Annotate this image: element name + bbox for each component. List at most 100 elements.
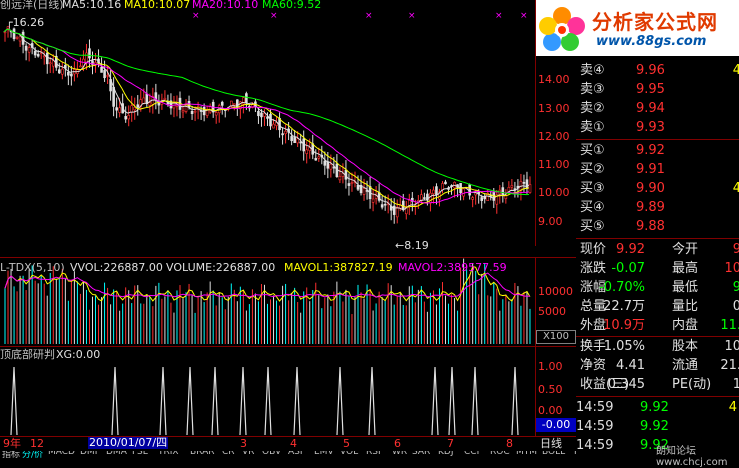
tab-5[interactable]: FSL (132, 451, 148, 457)
candle-body (347, 183, 351, 186)
tab-16[interactable]: SAR (412, 451, 430, 457)
price-chart[interactable]: × × × × × × (0, 0, 535, 246)
candle-body (45, 52, 49, 65)
candle-body (371, 198, 375, 203)
candle-body (305, 149, 309, 154)
candle-body (15, 37, 19, 39)
price-panel[interactable]: × × × × × × 创远洋(日线) MA5:10.16 MA10:10.07 MA20… (0, 0, 535, 252)
tab-4[interactable]: DMA (106, 451, 127, 457)
buy-price: 9.92 (636, 143, 665, 158)
signal-panel[interactable]: 顶底部研判 XG:0.00 (0, 347, 535, 436)
signal-spike (264, 366, 272, 436)
volume-indicator[interactable]: L-TDX(5,10) (0, 262, 65, 274)
candle-body (233, 103, 236, 106)
indicator-tabs[interactable]: 指标 分/价 MACD DMI DMA FSL TRIX BRAR CR VR OBV ASI EMV V… (0, 451, 576, 459)
tab-20[interactable]: MTM (516, 451, 537, 457)
tab-21[interactable]: BOLL (542, 451, 565, 457)
quote-panel: 卖④ 9.96 4 卖③ 9.95 卖② 9.94 卖① 9.93 买① 9.92 买② 9.91 买③ 9… (576, 56, 739, 468)
signal-indicator[interactable]: 顶底部研判 (0, 349, 55, 361)
buy-price: 9.89 (636, 200, 665, 215)
candle-body (423, 197, 426, 199)
candle-body (362, 188, 366, 195)
candle-body (510, 185, 514, 188)
candle-body (193, 110, 197, 113)
price-tick-14: 14.00 (538, 73, 570, 86)
buy-price: 9.91 (636, 162, 665, 177)
date-label: 7 (447, 437, 454, 450)
signal-cross-icon: × (495, 11, 503, 21)
stock-title: 创远洋(日线) (0, 0, 64, 11)
tab-6[interactable]: TRIX (158, 451, 179, 457)
ma60-line (3, 28, 529, 196)
candle-body (106, 75, 109, 77)
tab-7[interactable]: BRAR (190, 451, 214, 457)
stat-label: 净资 (580, 358, 607, 373)
candle-body (157, 102, 161, 106)
ma10-label: MA10:10.07 (124, 0, 191, 11)
candle-body (133, 107, 137, 111)
candle-body (124, 116, 127, 120)
tab-3[interactable]: DMI (80, 451, 97, 457)
tab-18[interactable]: CCI (464, 451, 479, 457)
candle-body (24, 45, 28, 51)
signal-spike (111, 366, 119, 436)
stat-value: 11. (720, 318, 739, 333)
divider (576, 396, 739, 397)
candle-body (260, 112, 263, 118)
logo-brand: 分析家公式网 (592, 10, 718, 34)
signal-spike (10, 366, 18, 436)
tick-time: 14:59 (576, 419, 614, 434)
candle-body (435, 186, 438, 196)
buy-label: 买③ (580, 181, 605, 196)
stat-row: 涨跌 -0.07 最高 10 (576, 260, 739, 278)
signal-cross-icon: × (408, 11, 416, 21)
sell-volume: 4 (732, 63, 739, 78)
sell-price: 9.93 (636, 120, 665, 135)
tab-12[interactable]: EMV (314, 451, 334, 457)
signal-spike (431, 366, 439, 436)
candle-body (88, 48, 91, 59)
stat-label: 换手 (580, 339, 607, 354)
sell-label: 卖④ (580, 63, 605, 78)
tab-15[interactable]: WR (392, 451, 407, 457)
candle-body (501, 187, 505, 195)
stat-row: 净资 4.41 流通 21. (576, 357, 739, 375)
volume-panel[interactable]: L-TDX(5,10) VVOL:226887.00 VOLUME:226887… (0, 258, 535, 346)
signal-cross-icon: × (192, 11, 200, 21)
stat-label: 现价 (580, 242, 607, 257)
tab-0[interactable]: 指标 (2, 451, 20, 459)
volume-unit[interactable]: X100 (536, 330, 576, 344)
tab-11[interactable]: ASI (288, 451, 303, 457)
stat-row: 收益(三) 0.345 PE(动) 1 (576, 376, 739, 394)
period-label[interactable]: 日线 (540, 438, 562, 450)
candle-body (27, 47, 31, 53)
tab-17[interactable]: KDJ (438, 451, 454, 457)
sell-label: 卖③ (580, 82, 605, 97)
tab-8[interactable]: CR (222, 451, 235, 457)
stat-value: 9.92 (616, 242, 645, 257)
signal-tick-0: 0.00 (538, 404, 563, 417)
candle-body (380, 204, 384, 208)
candle-body (525, 179, 529, 189)
candle-body (220, 101, 224, 106)
tab-9[interactable]: VR (242, 451, 254, 457)
tab-2[interactable]: MACD (48, 451, 75, 457)
tab-14[interactable]: RSI (366, 451, 381, 457)
candle-body (296, 138, 299, 144)
signal-spike (159, 366, 167, 436)
stat-row: 外盘 10.9万 内盘 11. (576, 317, 739, 335)
candle-body (395, 206, 399, 218)
tab-19[interactable]: ROC (490, 451, 510, 457)
low-value: 8.19 (404, 239, 429, 252)
date-label: 5 (343, 437, 350, 450)
candle-body (103, 70, 106, 79)
buy-row: 买④ 9.89 (576, 199, 739, 217)
candle-body (326, 161, 330, 169)
ma60-label: MA60:9.52 (262, 0, 322, 11)
tab-13[interactable]: VOL (340, 451, 358, 457)
date-axis: 9年 12 2010/01/07/四 3 4 5 6 7 8 日线 (0, 436, 576, 451)
tab-10[interactable]: OBV (262, 451, 281, 457)
tab-1[interactable]: 分/价 (22, 451, 43, 459)
date-label: 9年 (3, 437, 21, 450)
divider (576, 139, 739, 140)
